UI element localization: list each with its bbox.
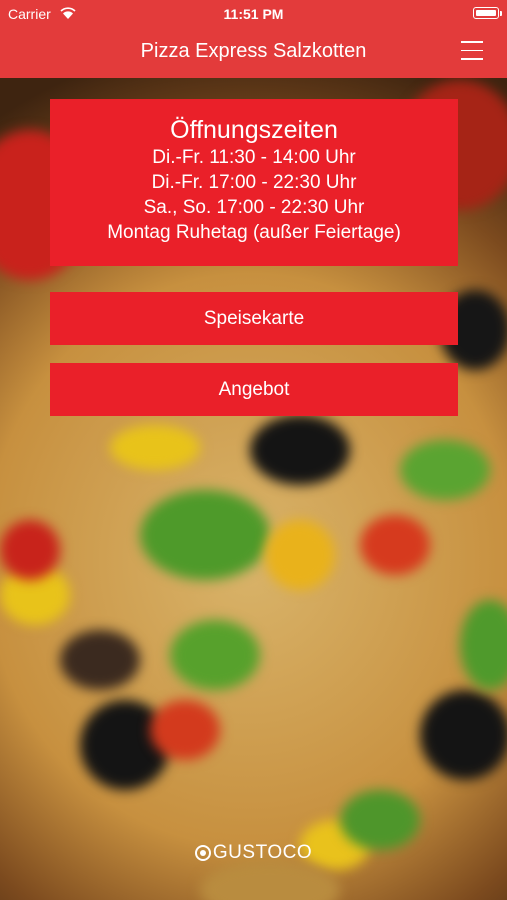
hamburger-menu-icon[interactable] [461,41,483,61]
opening-hours-line: Di.-Fr. 11:30 - 14:00 Uhr [152,147,356,168]
navigation-bar: Carrier 11:51 PM Pizza Express Salzkotte… [0,0,507,78]
opening-hours-line: Montag Ruhetag (außer Feiertage) [107,222,401,243]
opening-hours-line: Sa., So. 17:00 - 22:30 Uhr [143,197,365,218]
status-time: 11:51 PM [223,6,284,22]
menu-button[interactable]: Speisekarte [50,292,458,345]
brand-name: GUSTOCO [212,842,313,863]
opening-hours-title: Öffnungszeiten [170,116,338,144]
gustoco-logo: GUSTOCO [0,842,507,864]
status-bar: Carrier 11:51 PM [0,0,507,28]
offer-button[interactable]: Angebot [50,363,458,416]
battery-tip-icon [500,11,502,16]
opening-hours-card: Öffnungszeiten Di.-Fr. 11:30 - 14:00 Uhr… [50,99,458,266]
battery-icon [473,7,499,19]
gustoco-logo-icon [194,845,211,861]
opening-hours-line: Di.-Fr. 17:00 - 22:30 Uhr [151,172,357,193]
page-title: Pizza Express Salzkotten [140,40,367,62]
